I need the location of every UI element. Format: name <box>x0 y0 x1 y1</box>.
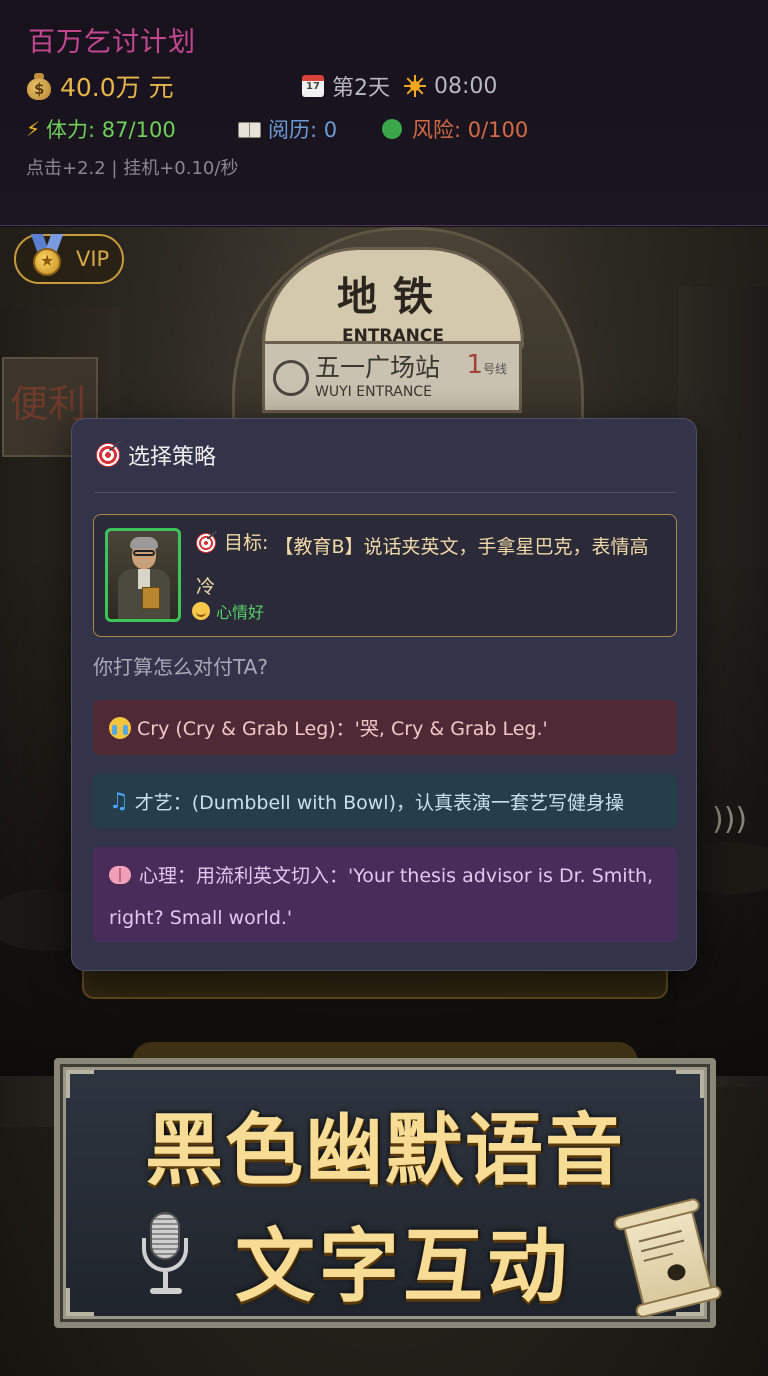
experience-stat: 阅历: 0 <box>238 114 337 144</box>
vip-button[interactable]: ★ VIP <box>14 234 124 284</box>
music-note-icon: ♫ <box>109 788 129 814</box>
target-card: 目标: 【教育B】说话夹英文，手拿星巴克，表情高冷 心情好 <box>93 514 677 637</box>
line-number: 1号线 <box>466 350 507 380</box>
green-circle-icon <box>382 119 402 139</box>
metro-title: 地铁 <box>337 273 449 320</box>
stats-row: ⚡ 体力: 87/100 阅历: 0 风险: 0/100 <box>26 114 746 144</box>
vip-label: VIP <box>76 247 110 271</box>
station-name-cn: 五一广场站 <box>315 353 441 382</box>
dialog-title: 选择策略 <box>128 445 217 470</box>
money-bag-icon: $ <box>26 71 52 101</box>
option-label: Cry (Cry & Grab Leg)：'哭, Cry & Grab Leg.… <box>137 718 548 740</box>
metro-logo-icon <box>273 360 309 396</box>
smiling-face-icon <box>192 602 210 620</box>
option-talent-button[interactable]: ♫ 才艺：(Dumbbell with Bowl)，认真表演一套艺写健身操 <box>93 774 677 828</box>
target-portrait <box>105 528 181 622</box>
target-description: 目标: 【教育B】说话夹英文，手拿星巴克，表情高冷 <box>196 523 666 607</box>
mood-indicator: 心情好 <box>192 599 264 623</box>
mood-label: 心情好 <box>216 603 265 622</box>
risk-value: 风险: 0/100 <box>412 118 529 142</box>
target-icon <box>96 443 120 467</box>
option-label: 才艺：(Dumbbell with Bowl)，认真表演一套艺写健身操 <box>134 791 624 814</box>
option-psychology-button[interactable]: 心理：用流利英文切入：'Your thesis advisor is Dr. S… <box>93 847 677 942</box>
calendar-icon: 17 <box>302 75 324 97</box>
brain-icon <box>109 866 131 884</box>
target-icon <box>196 533 216 553</box>
option-label-wrap: 心理：用流利英文切入：'Your thesis advisor is Dr. S… <box>109 855 661 939</box>
money-display: $ 40.0万 元 <box>26 68 174 104</box>
promo-banner: 黑色幽默语音 文字互动 <box>54 1058 724 1328</box>
sound-wave-icon[interactable]: ))) <box>712 802 747 837</box>
game-title: 百万乞讨计划 <box>28 27 196 58</box>
strategy-dialog: 选择策略 目标: 【教育B】说话夹英文，手拿星巴克，表情高冷 心情好 你打算怎么… <box>71 418 697 971</box>
money-value: 40.0万 元 <box>60 73 174 102</box>
option-label: 心理：用流利英文切入：'Your thesis advisor is Dr. S… <box>109 865 654 929</box>
book-icon <box>238 122 261 138</box>
day-value: 第2天 <box>332 76 390 101</box>
experience-value: 阅历: 0 <box>268 118 338 142</box>
sun-icon <box>404 75 426 97</box>
risk-stat: 风险: 0/100 <box>382 114 528 144</box>
station-plate: 五一广场站 WUYI ENTRANCE 1号线 <box>262 341 522 413</box>
crying-face-icon <box>109 716 131 739</box>
lightning-icon: ⚡ <box>26 117 41 141</box>
income-rates: 点击+2.2 | 挂机+0.10/秒 <box>26 158 239 179</box>
time-value: 08:00 <box>434 73 498 99</box>
dialog-header: 选择策略 <box>96 439 216 471</box>
option-cry-button[interactable]: Cry (Cry & Grab Leg)：'哭, Cry & Grab Leg.… <box>93 700 677 755</box>
medal-icon: ★ <box>28 234 66 280</box>
stamina-stat: ⚡ 体力: 87/100 <box>26 114 176 144</box>
status-bar: 百万乞讨计划 $ 40.0万 元 17 第2天 08:00 ⚡ 体力: 87/1… <box>0 0 768 226</box>
banner-headline: 黑色幽默语音 <box>144 1105 625 1196</box>
divider <box>94 492 676 493</box>
day-time-display: 17 第2天 08:00 <box>302 70 497 102</box>
stamina-value: 体力: 87/100 <box>46 118 176 142</box>
target-label: 目标: <box>224 532 269 554</box>
question-text: 你打算怎么对付TA? <box>93 655 268 679</box>
station-name-en: WUYI ENTRANCE <box>315 384 432 400</box>
